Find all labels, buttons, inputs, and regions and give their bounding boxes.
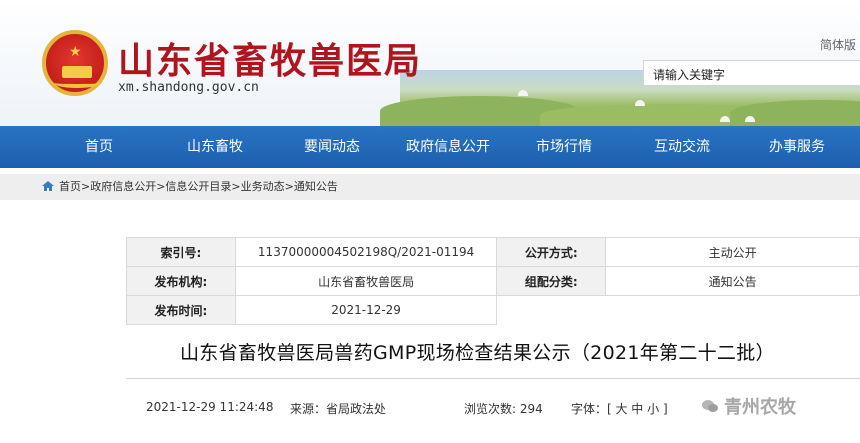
nav-item-shandong-xumu[interactable]: 山东畜牧 xyxy=(160,126,270,168)
yurt-shape xyxy=(635,100,645,106)
table-row: 发布机构: 山东省畜牧兽医局 组配分类: 通知公告 xyxy=(126,266,860,296)
issuer-value: 山东省畜牧兽医局 xyxy=(234,266,498,296)
nav-item-gov-info[interactable]: 政府信息公开 xyxy=(393,126,503,168)
site-header: ★ 山东省畜牧兽医局 xm.shandong.gov.cn 简体版 请输入关键字 xyxy=(0,0,860,126)
national-emblem-logo: ★ xyxy=(42,30,108,96)
empty-cell xyxy=(606,296,860,325)
table-row: 发布时间: 2021-12-29 xyxy=(126,295,860,325)
public-mode-label: 公开方式: xyxy=(496,237,607,267)
category-value: 通知公告 xyxy=(605,266,860,296)
yurt-shape xyxy=(745,116,755,122)
home-icon xyxy=(42,181,54,191)
breadcrumb-text[interactable]: 首页>政府信息公开>信息公开目录>业务动态>通知公告 xyxy=(59,180,338,193)
nav-item-market[interactable]: 市场行情 xyxy=(509,126,619,168)
date-label: 发布时间: xyxy=(126,295,236,325)
watermark-text: 青州农牧 xyxy=(724,397,796,418)
table-row: 索引号: 11370000004502198Q/2021-01194 公开方式:… xyxy=(126,237,860,267)
article-title: 山东省畜牧兽医局兽药GMP现场检查结果公示（2021年第二十二批） xyxy=(180,342,775,364)
category-label: 组配分类: xyxy=(496,266,607,296)
issuer-label: 发布机构: xyxy=(126,266,236,296)
index-value: 11370000004502198Q/2021-01194 xyxy=(234,237,498,267)
empty-cell xyxy=(497,296,606,325)
site-title[interactable]: 山东省畜牧兽医局 xyxy=(118,32,422,84)
font-size-switch[interactable]: 字体：[ 大 中 小 ] xyxy=(571,400,668,417)
article-source: 来源：省局政法处 xyxy=(290,402,387,416)
index-label: 索引号: xyxy=(126,237,236,267)
nav-item-news[interactable]: 要闻动态 xyxy=(277,126,387,168)
search-input[interactable]: 请输入关键字 xyxy=(643,60,860,86)
main-nav: 首页 山东畜牧 要闻动态 政府信息公开 市场行情 互动交流 办事服务 xyxy=(0,126,860,168)
public-mode-value: 主动公开 xyxy=(605,237,860,267)
yurt-shape xyxy=(720,116,730,122)
breadcrumb: 首页>政府信息公开>信息公开目录>业务动态>通知公告 xyxy=(0,174,860,200)
nav-item-home[interactable]: 首页 xyxy=(44,126,154,168)
yurt-shape xyxy=(518,90,528,96)
wheat-icon xyxy=(54,78,100,88)
view-count: 浏览次数: 294 xyxy=(464,402,543,416)
nav-item-interaction[interactable]: 互动交流 xyxy=(627,126,737,168)
gate-icon xyxy=(62,66,92,78)
wechat-icon xyxy=(702,397,718,412)
date-value: 2021-12-29 xyxy=(234,295,498,325)
hill-shape xyxy=(730,100,860,126)
wechat-watermark: 青州农牧 xyxy=(702,393,796,419)
lang-switch-link[interactable]: 简体版 xyxy=(820,36,856,53)
divider xyxy=(126,378,860,379)
document-info-table: 索引号: 11370000004502198Q/2021-01194 公开方式:… xyxy=(126,237,860,325)
publish-datetime: 2021-12-29 11:24:48 xyxy=(146,400,274,414)
star-icon: ★ xyxy=(69,44,82,60)
nav-item-services[interactable]: 办事服务 xyxy=(742,126,852,168)
site-domain: xm.shandong.gov.cn xyxy=(118,80,259,95)
